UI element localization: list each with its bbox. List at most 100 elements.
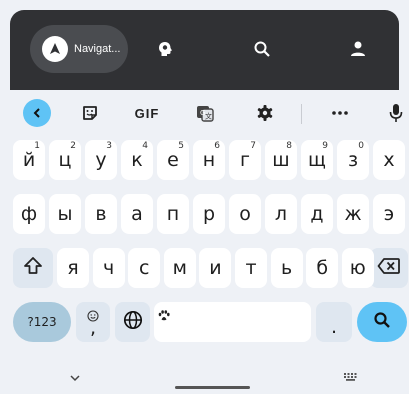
home-indicator[interactable]	[175, 386, 250, 389]
letter-key[interactable]: г7	[229, 140, 261, 180]
back-icon[interactable]	[23, 99, 51, 127]
letter-key[interactable]: р	[193, 194, 225, 234]
letter-key[interactable]: м	[163, 248, 196, 288]
space-key[interactable]	[154, 302, 311, 342]
letter-key-label: щ	[308, 149, 326, 171]
letter-key[interactable]: л	[265, 194, 297, 234]
letter-key-label: й	[22, 149, 36, 171]
letter-key[interactable]: о	[229, 194, 261, 234]
letter-key[interactable]: н6	[193, 140, 225, 180]
mic-icon[interactable]	[384, 98, 408, 128]
letter-key[interactable]: ц2	[49, 140, 81, 180]
symbols-key[interactable]: ?123	[13, 302, 71, 342]
globe-icon	[123, 310, 143, 335]
backspace-key[interactable]	[370, 248, 408, 288]
more-icon[interactable]	[328, 98, 352, 128]
letter-key-label: х	[383, 149, 395, 171]
letter-key-label: з	[347, 149, 359, 171]
letter-key[interactable]: т	[235, 248, 267, 288]
letter-key-label: ц	[58, 149, 72, 171]
letter-key[interactable]: д	[301, 194, 333, 234]
navigation-tab[interactable]: Navigat...	[30, 25, 128, 73]
number-hint: 4	[142, 141, 148, 151]
number-hint: 9	[322, 141, 328, 151]
letter-key-label: т	[245, 257, 257, 279]
symbols-key-label: ?123	[27, 315, 57, 329]
letter-key[interactable]: ш8	[265, 140, 297, 180]
letter-key-label: в	[95, 203, 107, 225]
letter-key[interactable]: и	[199, 248, 232, 288]
hide-keyboard-icon[interactable]	[69, 367, 81, 386]
letter-key[interactable]: е5	[157, 140, 189, 180]
period-key[interactable]: .	[316, 302, 352, 342]
letter-key[interactable]: б	[306, 248, 339, 288]
period-key-label: .	[330, 316, 338, 338]
letter-key-label: ф	[20, 203, 38, 225]
keyboard-switch-icon[interactable]	[343, 367, 359, 386]
head-idea-icon[interactable]	[153, 37, 177, 61]
letter-key[interactable]: ч	[92, 248, 125, 288]
translate-icon[interactable]: G 文	[193, 98, 217, 128]
comma-emoji-key[interactable]: ,	[76, 302, 110, 342]
letter-key[interactable]: ф	[13, 194, 45, 234]
number-hint: 5	[178, 141, 184, 151]
letter-key-label: г	[240, 149, 250, 171]
letter-key[interactable]: я	[57, 248, 89, 288]
letter-key[interactable]: з0	[337, 140, 369, 180]
letter-key-label: э	[383, 203, 395, 225]
letter-key[interactable]: к4	[121, 140, 153, 180]
letter-key[interactable]: х	[373, 140, 405, 180]
letter-key-label: а	[131, 203, 143, 225]
letter-key-label: м	[172, 257, 187, 279]
letter-key-label: ю	[349, 257, 366, 279]
letter-key-label: и	[209, 257, 222, 279]
letter-key-label: л	[274, 203, 288, 225]
number-hint: 6	[214, 141, 220, 151]
letter-key[interactable]: ы	[49, 194, 81, 234]
letter-key[interactable]: ж	[337, 194, 369, 234]
letter-key-label: у	[95, 149, 107, 171]
navigation-tab-label: Navigat...	[74, 43, 121, 55]
gear-icon[interactable]	[253, 98, 277, 128]
number-hint: 0	[358, 141, 364, 151]
letter-key[interactable]: в	[85, 194, 117, 234]
backspace-icon	[377, 257, 401, 280]
account-icon[interactable]	[346, 37, 370, 61]
navigation-icon	[42, 36, 68, 62]
letter-key[interactable]: у3	[85, 140, 117, 180]
search-key-icon	[373, 311, 391, 334]
gif-button[interactable]: GIF	[132, 98, 162, 128]
number-hint: 8	[286, 141, 292, 151]
number-hint: 3	[106, 141, 112, 151]
letter-key[interactable]: с	[128, 248, 161, 288]
letter-key-label: н	[202, 149, 216, 171]
letter-key-label: с	[138, 257, 150, 279]
keyboard-toolbar: GIF G 文	[10, 90, 403, 136]
letter-key-label: к	[131, 149, 143, 171]
letter-key[interactable]: п	[157, 194, 189, 234]
letter-key-label: п	[166, 203, 180, 225]
app-top-bar: Navigat...	[10, 10, 399, 90]
letter-key[interactable]: ь	[270, 248, 303, 288]
letter-key-label: ч	[102, 257, 115, 279]
letter-key[interactable]: э	[373, 194, 405, 234]
letter-key-label: б	[316, 257, 329, 279]
letter-key-label: я	[67, 257, 79, 279]
svg-text:文: 文	[205, 112, 212, 121]
shift-icon	[23, 256, 43, 281]
paw-icon	[158, 304, 170, 326]
gif-label: GIF	[134, 105, 160, 121]
number-hint: 7	[250, 141, 256, 151]
letter-key[interactable]: ю	[341, 248, 374, 288]
search-action-key[interactable]	[357, 302, 407, 342]
sticker-icon[interactable]	[78, 98, 102, 128]
search-icon[interactable]	[250, 37, 274, 61]
shift-key[interactable]	[13, 248, 53, 288]
letter-key[interactable]: щ9	[301, 140, 333, 180]
letter-key[interactable]: а	[121, 194, 153, 234]
toolbar-divider	[301, 104, 302, 124]
language-key[interactable]	[115, 302, 150, 342]
letter-key-label: ы	[57, 203, 73, 225]
letter-key[interactable]: й1	[13, 140, 45, 180]
letter-key-label: д	[310, 203, 324, 225]
